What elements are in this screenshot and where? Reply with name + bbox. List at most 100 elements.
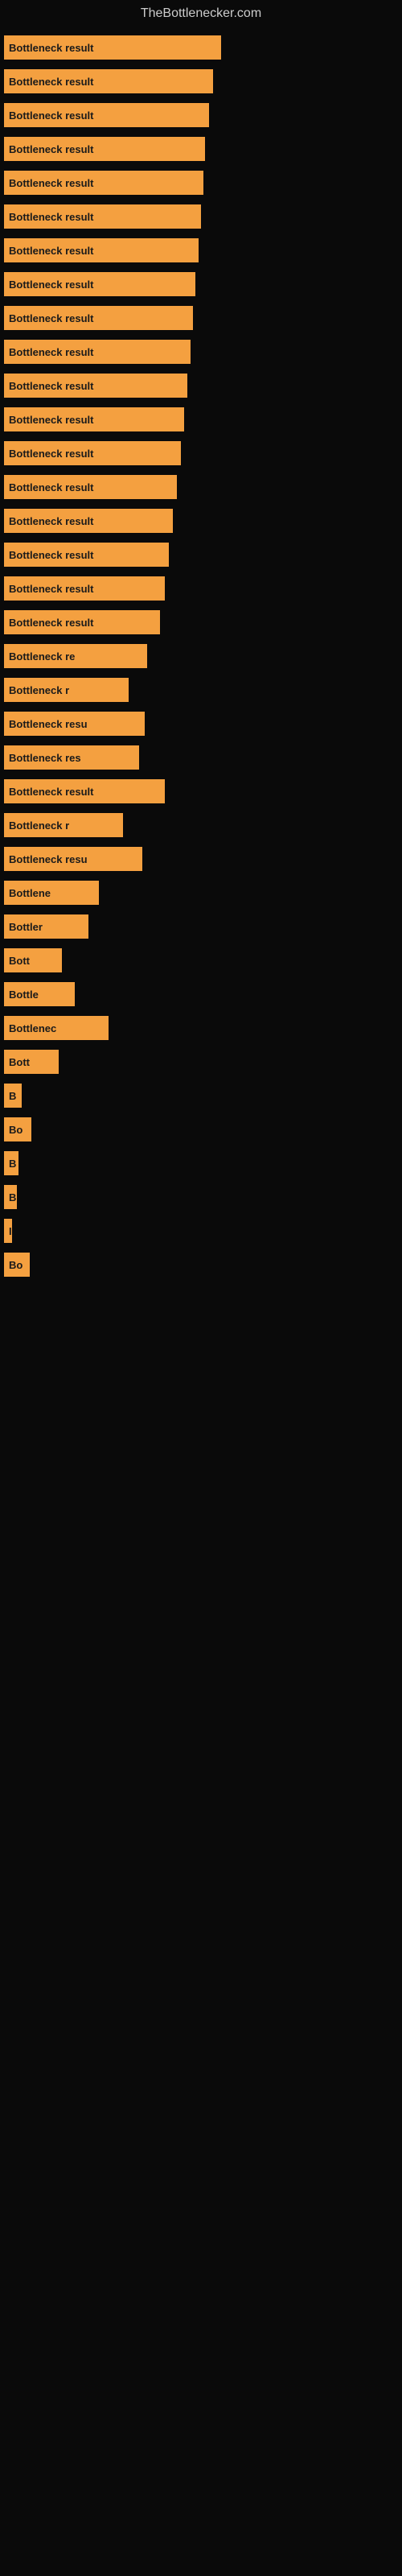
bar-row: Bottleneck r — [4, 678, 402, 702]
bar-row: Bottleneck result — [4, 509, 402, 533]
bar-row: B — [4, 1084, 402, 1108]
bar-label-17: Bottleneck result — [9, 617, 93, 629]
bar-row: Bottleneck result — [4, 441, 402, 465]
bars-container: Bottleneck result Bottleneck result Bottle… — [0, 27, 402, 1294]
bar-27: Bott — [4, 948, 62, 972]
bar-row: Bo — [4, 1253, 402, 1277]
bar-row: Bott — [4, 948, 402, 972]
bar-row: Bottleneck result — [4, 204, 402, 229]
bar-label-3: Bottleneck result — [9, 143, 93, 155]
bar-15: Bottleneck result — [4, 543, 169, 567]
bar-14: Bottleneck result — [4, 509, 173, 533]
bar-row: Bottleneck result — [4, 171, 402, 195]
bar-label-12: Bottleneck result — [9, 448, 93, 460]
bar-label-4: Bottleneck result — [9, 177, 93, 189]
bar-34: B — [4, 1185, 17, 1209]
bar-row: Bottleneck result — [4, 69, 402, 93]
bar-16: Bottleneck result — [4, 576, 165, 601]
bar-label-26: Bottler — [9, 921, 43, 933]
bar-8: Bottleneck result — [4, 306, 193, 330]
bar-row: Bottleneck resu — [4, 712, 402, 736]
bar-label-18: Bottleneck re — [9, 650, 75, 663]
bar-label-1: Bottleneck result — [9, 76, 93, 88]
bar-label-35: I — [9, 1225, 12, 1237]
bar-label-28: Bottle — [9, 989, 39, 1001]
bar-row: B — [4, 1185, 402, 1209]
bar-label-24: Bottleneck resu — [9, 853, 88, 865]
bar-33: B — [4, 1151, 18, 1175]
bar-label-33: B — [9, 1158, 16, 1170]
bar-row: Bottleneck result — [4, 407, 402, 431]
bar-row: Bottleneck res — [4, 745, 402, 770]
bar-0: Bottleneck result — [4, 35, 221, 60]
bar-label-13: Bottleneck result — [9, 481, 93, 493]
bar-label-8: Bottleneck result — [9, 312, 93, 324]
bar-label-21: Bottleneck res — [9, 752, 81, 764]
bar-label-7: Bottleneck result — [9, 279, 93, 291]
bar-row: Bottleneck result — [4, 272, 402, 296]
bar-12: Bottleneck result — [4, 441, 181, 465]
bar-row: Bottleneck result — [4, 35, 402, 60]
bar-5: Bottleneck result — [4, 204, 201, 229]
bar-label-36: Bo — [9, 1259, 23, 1271]
bar-row: Bottleneck result — [4, 306, 402, 330]
bar-label-34: B — [9, 1191, 16, 1203]
bar-label-32: Bo — [9, 1124, 23, 1136]
bar-label-25: Bottlene — [9, 887, 51, 899]
bar-row: Bottleneck result — [4, 543, 402, 567]
bar-label-22: Bottleneck result — [9, 786, 93, 798]
bar-9: Bottleneck result — [4, 340, 191, 364]
bar-4: Bottleneck result — [4, 171, 203, 195]
site-title: TheBottlenecker.com — [0, 0, 402, 27]
bar-label-15: Bottleneck result — [9, 549, 93, 561]
bar-30: Bott — [4, 1050, 59, 1074]
bar-row: Bott — [4, 1050, 402, 1074]
bar-label-16: Bottleneck result — [9, 583, 93, 595]
bar-label-19: Bottleneck r — [9, 684, 69, 696]
bar-13: Bottleneck result — [4, 475, 177, 499]
bar-28: Bottle — [4, 982, 75, 1006]
bar-36: Bo — [4, 1253, 30, 1277]
bar-label-2: Bottleneck result — [9, 109, 93, 122]
bar-32: Bo — [4, 1117, 31, 1141]
bar-25: Bottlene — [4, 881, 99, 905]
bar-24: Bottleneck resu — [4, 847, 142, 871]
bar-label-23: Bottleneck r — [9, 819, 69, 832]
bar-6: Bottleneck result — [4, 238, 199, 262]
bar-11: Bottleneck result — [4, 407, 184, 431]
bar-row: Bottleneck result — [4, 779, 402, 803]
bar-21: Bottleneck res — [4, 745, 139, 770]
bar-row: Bottleneck result — [4, 238, 402, 262]
bar-1: Bottleneck result — [4, 69, 213, 93]
bar-31: B — [4, 1084, 22, 1108]
site-title-container: TheBottlenecker.com — [0, 0, 402, 27]
bar-row: Bottle — [4, 982, 402, 1006]
bar-label-0: Bottleneck result — [9, 42, 93, 54]
bar-row: Bottleneck result — [4, 475, 402, 499]
bar-row: Bottleneck resu — [4, 847, 402, 871]
bar-10: Bottleneck result — [4, 374, 187, 398]
bar-23: Bottleneck r — [4, 813, 123, 837]
bar-20: Bottleneck resu — [4, 712, 145, 736]
bar-label-30: Bott — [9, 1056, 30, 1068]
bar-row: Bottleneck result — [4, 340, 402, 364]
bar-row: I — [4, 1219, 402, 1243]
bar-row: Bottler — [4, 914, 402, 939]
bar-row: Bottleneck result — [4, 610, 402, 634]
bar-17: Bottleneck result — [4, 610, 160, 634]
bar-row: Bottleneck result — [4, 137, 402, 161]
bar-label-11: Bottleneck result — [9, 414, 93, 426]
bar-label-9: Bottleneck result — [9, 346, 93, 358]
bar-label-6: Bottleneck result — [9, 245, 93, 257]
bar-label-27: Bott — [9, 955, 30, 967]
bar-row: Bottleneck r — [4, 813, 402, 837]
bar-row: Bottleneck re — [4, 644, 402, 668]
bar-22: Bottleneck result — [4, 779, 165, 803]
bar-label-14: Bottleneck result — [9, 515, 93, 527]
bar-26: Bottler — [4, 914, 88, 939]
bar-label-10: Bottleneck result — [9, 380, 93, 392]
bar-label-29: Bottlenec — [9, 1022, 56, 1034]
bar-3: Bottleneck result — [4, 137, 205, 161]
bar-18: Bottleneck re — [4, 644, 147, 668]
bar-row: Bottlene — [4, 881, 402, 905]
